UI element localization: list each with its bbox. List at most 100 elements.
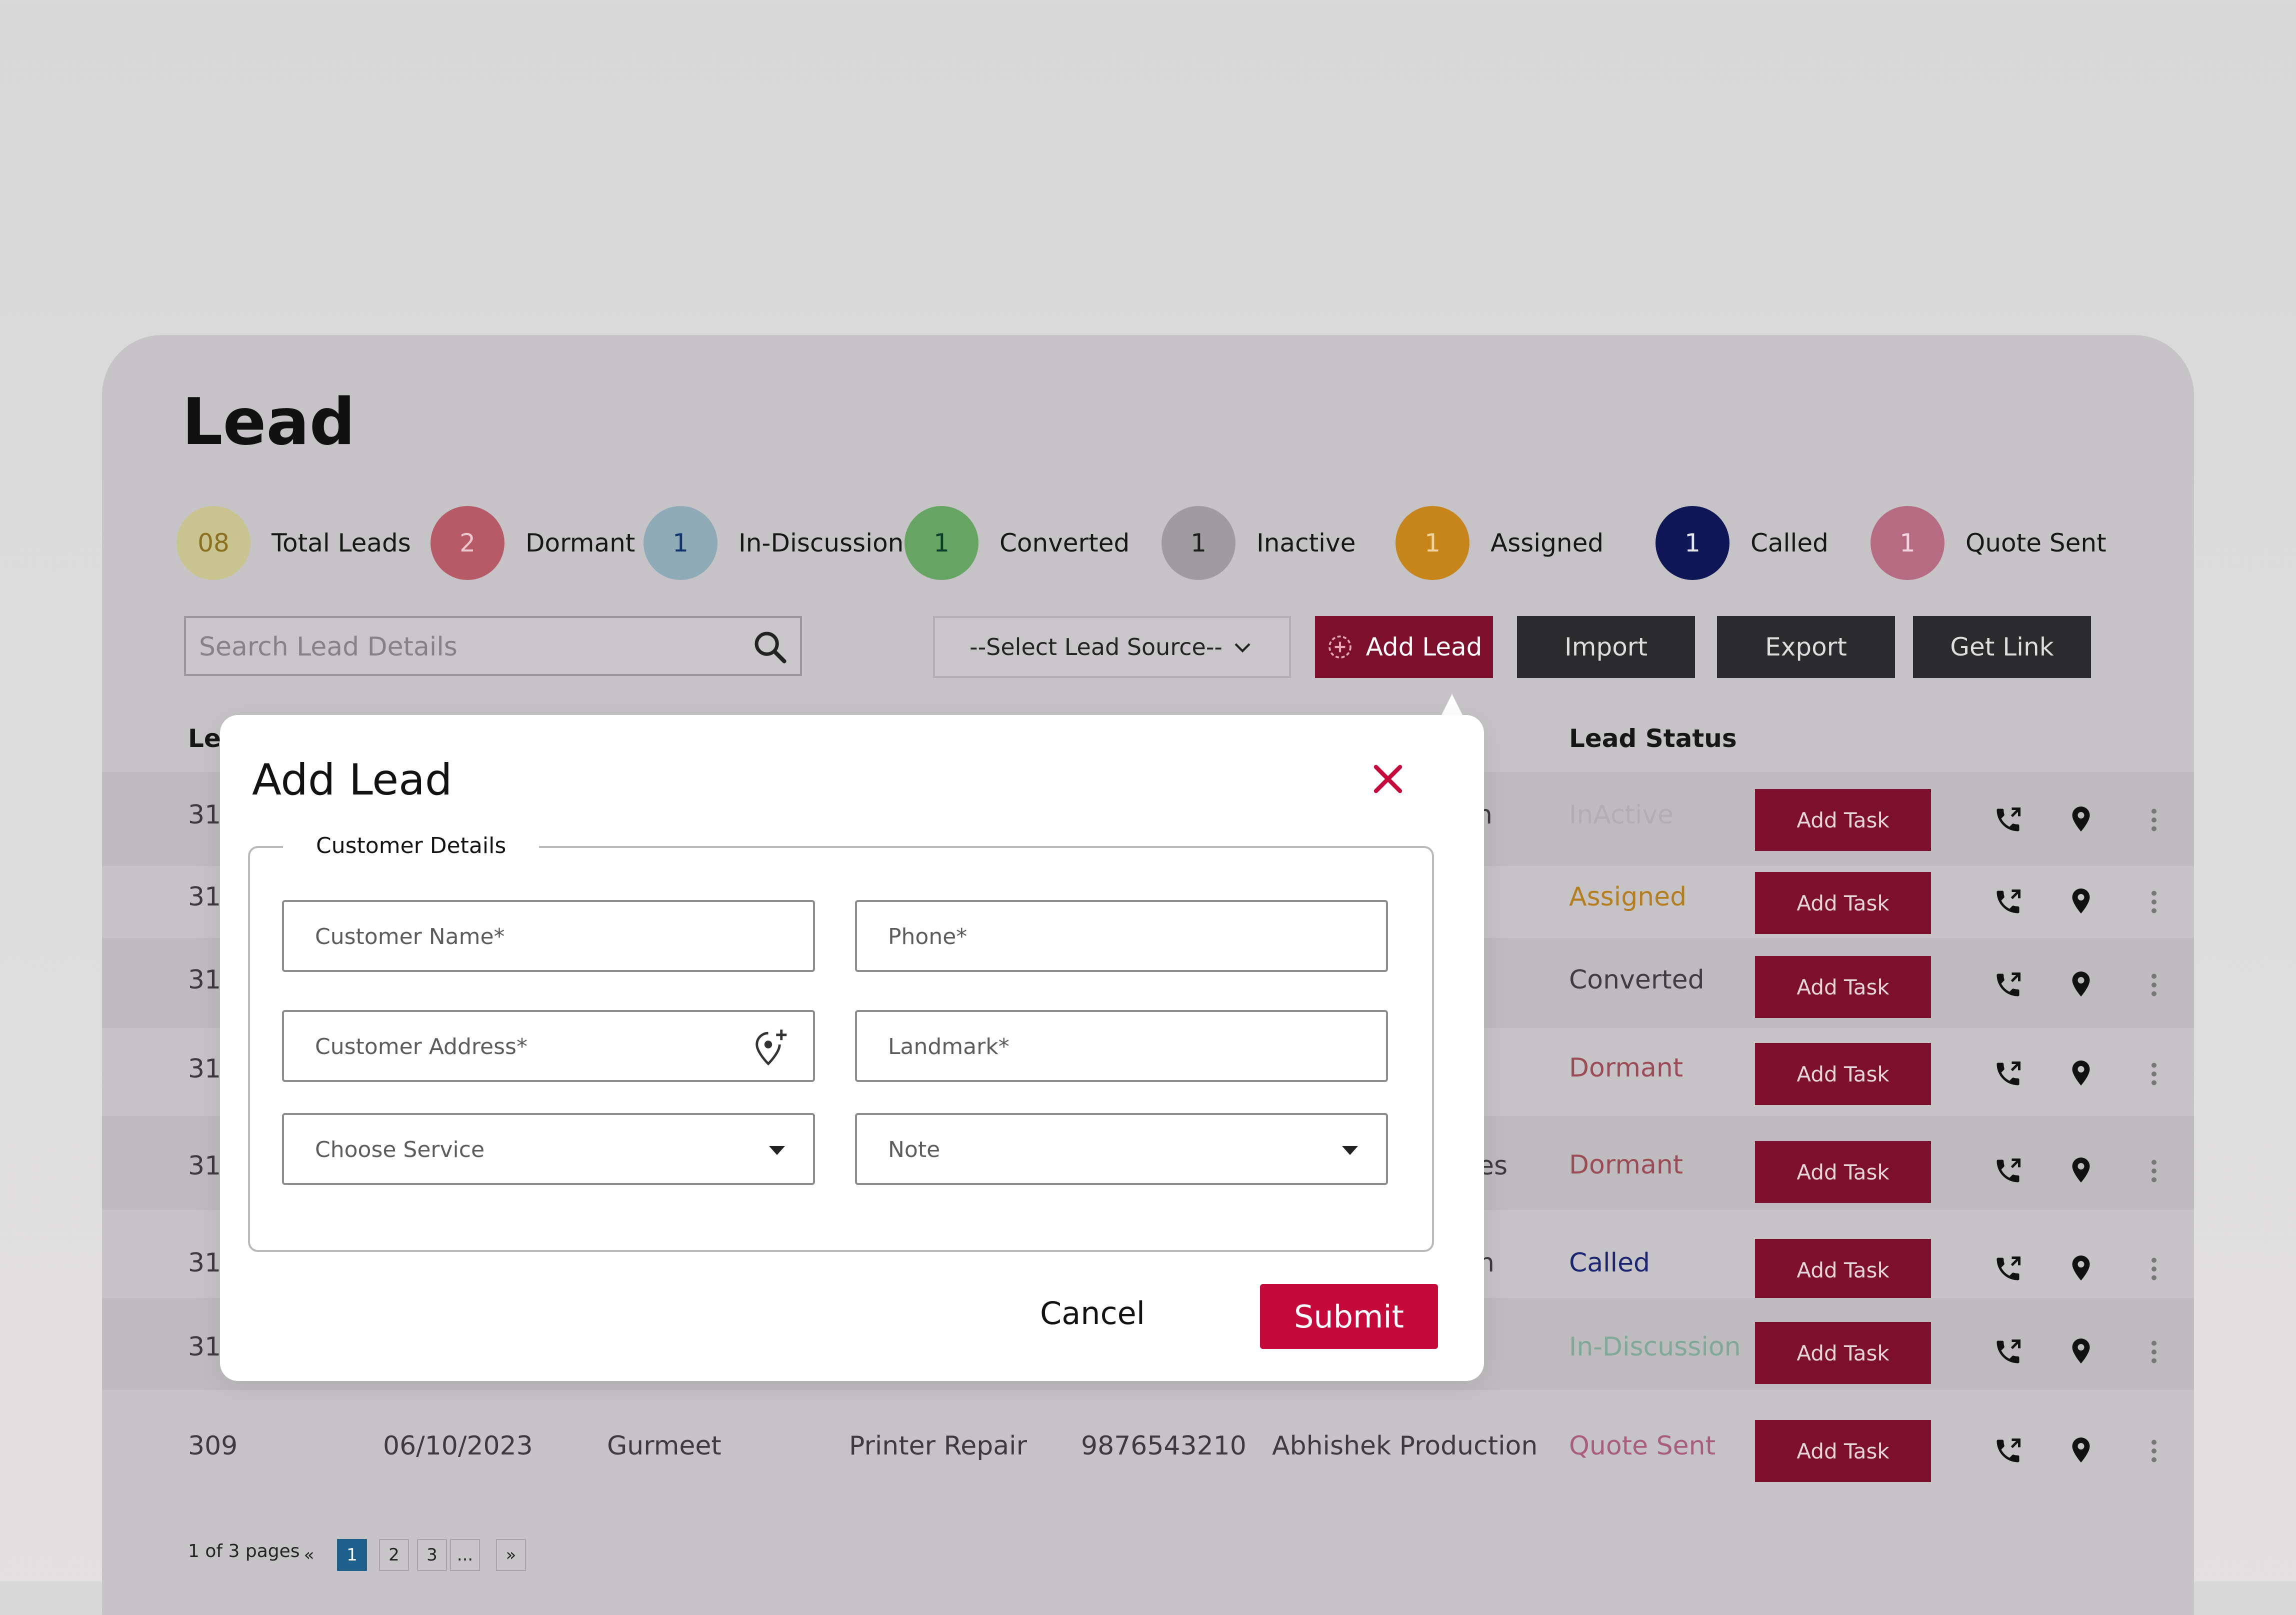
pagination-page-3[interactable]: 3 bbox=[417, 1539, 447, 1571]
row-id: 309 bbox=[188, 1431, 238, 1461]
stat-called[interactable]: 1 Called bbox=[1656, 506, 1828, 580]
stat-inactive[interactable]: 1 Inactive bbox=[1162, 506, 1356, 580]
phone-icon[interactable] bbox=[1993, 1254, 2023, 1284]
search-input[interactable]: Search Lead Details bbox=[184, 616, 802, 676]
add-task-button[interactable]: Add Task bbox=[1755, 789, 1931, 851]
status-badge: Assigned bbox=[1569, 882, 1687, 912]
customer-details-section: Customer Details Customer Name* Phone* C… bbox=[248, 833, 1434, 1252]
status-badge: In-Discussion bbox=[1569, 1332, 1741, 1362]
add-lead-button[interactable]: Add Lead bbox=[1315, 616, 1493, 678]
chevron-down-icon bbox=[1234, 643, 1250, 653]
pagination-ellipsis: ... bbox=[450, 1539, 480, 1571]
stat-total-leads[interactable]: 08 Total Leads bbox=[176, 506, 411, 580]
location-pin-icon[interactable] bbox=[2066, 886, 2096, 916]
pagination-summary: 1 of 3 pages bbox=[188, 1541, 300, 1562]
add-task-button[interactable]: Add Task bbox=[1755, 1141, 1931, 1203]
location-pin-icon[interactable] bbox=[2066, 1058, 2096, 1088]
stat-in-discussion[interactable]: 1 In-Discussion bbox=[644, 506, 904, 580]
stat-assigned[interactable]: 1 Assigned bbox=[1396, 506, 1604, 580]
phone-icon[interactable] bbox=[1993, 1059, 2023, 1089]
location-pin-icon[interactable] bbox=[2066, 1253, 2096, 1283]
row-company: Abhishek Production bbox=[1272, 1431, 1538, 1461]
more-vertical-icon[interactable] bbox=[2139, 1059, 2169, 1089]
pagination-page-1[interactable]: 1 bbox=[337, 1539, 367, 1571]
choose-service-select[interactable]: Choose Service bbox=[282, 1113, 815, 1185]
location-pin-icon[interactable] bbox=[2066, 1435, 2096, 1465]
pagination-prev[interactable]: « bbox=[294, 1539, 324, 1571]
popover-pointer bbox=[1440, 694, 1464, 718]
pagination-next[interactable]: » bbox=[496, 1539, 526, 1571]
add-task-button[interactable]: Add Task bbox=[1755, 956, 1931, 1018]
location-pin-icon[interactable] bbox=[2066, 1336, 2096, 1366]
more-vertical-icon[interactable] bbox=[2139, 1254, 2169, 1284]
cancel-button[interactable]: Cancel bbox=[1040, 1295, 1145, 1332]
customer-address-field[interactable]: Customer Address* bbox=[282, 1010, 815, 1082]
add-task-button[interactable]: Add Task bbox=[1755, 1420, 1931, 1482]
more-vertical-icon[interactable] bbox=[2139, 805, 2169, 835]
stat-count: 1 bbox=[644, 506, 718, 580]
stat-dormant[interactable]: 2 Dormant bbox=[430, 506, 635, 580]
stat-label: Total Leads bbox=[272, 528, 411, 558]
status-badge: InActive bbox=[1569, 800, 1674, 830]
stat-label: Quote Sent bbox=[1966, 528, 2106, 558]
phone-icon[interactable] bbox=[1993, 1156, 2023, 1186]
status-badge: Dormant bbox=[1569, 1053, 1684, 1083]
stat-label: Dormant bbox=[526, 528, 636, 558]
stat-label: Inactive bbox=[1256, 528, 1356, 558]
more-vertical-icon[interactable] bbox=[2139, 1156, 2169, 1186]
stat-count: 2 bbox=[430, 506, 504, 580]
lead-source-select[interactable]: --Select Lead Source-- bbox=[933, 616, 1291, 678]
stat-label: Called bbox=[1750, 528, 1828, 558]
phone-field[interactable]: Phone* bbox=[855, 900, 1388, 972]
customer-name-field[interactable]: Customer Name* bbox=[282, 900, 815, 972]
stat-count: 1 bbox=[1656, 506, 1730, 580]
lead-source-value: --Select Lead Source-- bbox=[969, 634, 1223, 660]
more-vertical-icon[interactable] bbox=[2139, 970, 2169, 1000]
import-button[interactable]: Import bbox=[1517, 616, 1695, 678]
search-icon[interactable] bbox=[751, 628, 789, 666]
add-lead-modal: Add Lead Customer Details Customer Name*… bbox=[220, 715, 1484, 1381]
stat-converted[interactable]: 1 Converted bbox=[904, 506, 1130, 580]
caret-down-icon bbox=[769, 1146, 785, 1155]
more-vertical-icon[interactable] bbox=[2139, 887, 2169, 917]
stat-count: 08 bbox=[176, 506, 250, 580]
add-circle-icon bbox=[1328, 636, 1352, 658]
phone-icon[interactable] bbox=[1993, 805, 2023, 835]
status-badge: Dormant bbox=[1569, 1150, 1684, 1180]
pagination-page-2[interactable]: 2 bbox=[379, 1539, 409, 1571]
status-badge: Converted bbox=[1569, 965, 1704, 995]
landmark-field[interactable]: Landmark* bbox=[855, 1010, 1388, 1082]
stat-count: 1 bbox=[1870, 506, 1944, 580]
close-icon[interactable] bbox=[1370, 761, 1406, 797]
add-location-icon[interactable] bbox=[749, 1027, 791, 1069]
status-badge: Quote Sent bbox=[1569, 1431, 1716, 1461]
phone-icon[interactable] bbox=[1993, 1436, 2023, 1466]
search-placeholder: Search Lead Details bbox=[199, 632, 458, 662]
location-pin-icon[interactable] bbox=[2066, 804, 2096, 834]
add-task-button[interactable]: Add Task bbox=[1755, 872, 1931, 934]
export-button[interactable]: Export bbox=[1717, 616, 1895, 678]
phone-icon[interactable] bbox=[1993, 887, 2023, 917]
column-header-lead-status: Lead Status bbox=[1569, 724, 1737, 753]
phone-icon[interactable] bbox=[1993, 1337, 2023, 1367]
modal-title: Add Lead bbox=[252, 755, 452, 805]
add-task-button[interactable]: Add Task bbox=[1755, 1239, 1931, 1301]
submit-button[interactable]: Submit bbox=[1260, 1284, 1438, 1349]
location-pin-icon[interactable] bbox=[2066, 1155, 2096, 1185]
lead-stats-bar: 08 Total Leads 2 Dormant 1 In-Discussion… bbox=[176, 506, 2116, 580]
phone-icon[interactable] bbox=[1993, 970, 2023, 1000]
more-vertical-icon[interactable] bbox=[2139, 1337, 2169, 1367]
section-legend: Customer Details bbox=[283, 833, 540, 858]
location-pin-icon[interactable] bbox=[2066, 969, 2096, 999]
more-vertical-icon[interactable] bbox=[2139, 1436, 2169, 1466]
add-task-button[interactable]: Add Task bbox=[1755, 1322, 1931, 1384]
column-header-lead: Le bbox=[188, 724, 221, 753]
status-badge: Called bbox=[1569, 1248, 1650, 1278]
note-select[interactable]: Note bbox=[855, 1113, 1388, 1185]
stat-quote-sent[interactable]: 1 Quote Sent bbox=[1870, 506, 2106, 580]
get-link-button[interactable]: Get Link bbox=[1913, 616, 2091, 678]
caret-down-icon bbox=[1342, 1146, 1358, 1155]
stat-count: 1 bbox=[904, 506, 978, 580]
stat-count: 1 bbox=[1396, 506, 1470, 580]
add-task-button[interactable]: Add Task bbox=[1755, 1043, 1931, 1105]
